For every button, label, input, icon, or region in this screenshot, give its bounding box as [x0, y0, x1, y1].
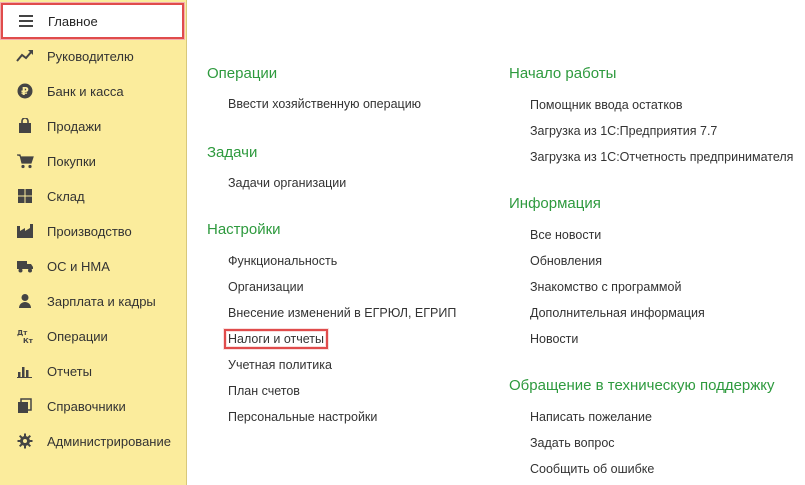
factory-icon [16, 222, 34, 240]
sidebar-item-label: ОС и НМА [47, 258, 110, 274]
sidebar-item-directories[interactable]: Справочники [0, 391, 186, 421]
sidebar-item-label: Руководителю [47, 48, 134, 64]
link-intro[interactable]: Знакомство с программой [530, 280, 681, 294]
sidebar-item-manager[interactable]: Руководителю [0, 41, 186, 71]
bag-icon [16, 117, 34, 135]
cart-icon [16, 152, 34, 170]
sidebar-item-label: Операции [47, 328, 108, 344]
link-updates[interactable]: Обновления [530, 254, 602, 268]
sidebar-item-purchases[interactable]: Покупки [0, 146, 186, 176]
sidebar-item-operations[interactable]: Дт Кт Операции [0, 321, 186, 351]
section-title-settings: Настройки [207, 221, 281, 238]
dt-kt-icon: Дт Кт [16, 327, 34, 345]
gear-icon [16, 432, 34, 450]
link-chart-of-accounts[interactable]: План счетов [228, 384, 300, 398]
sidebar-item-warehouse[interactable]: Склад [0, 181, 186, 211]
trend-icon [16, 47, 34, 65]
link-load-1c-entrepreneur[interactable]: Загрузка из 1С:Отчетность предпринимател… [530, 150, 793, 164]
link-accounting-policy[interactable]: Учетная политика [228, 358, 332, 372]
link-ask-question[interactable]: Задать вопрос [530, 436, 615, 450]
sidebar-item-fixed-assets[interactable]: ОС и НМА [0, 251, 186, 281]
person-icon [16, 292, 34, 310]
warehouse-icon [16, 187, 34, 205]
sidebar-item-main[interactable]: Главное [1, 3, 184, 39]
sidebar-item-admin[interactable]: Администрирование [0, 426, 186, 456]
link-personal-settings[interactable]: Персональные настройки [228, 410, 377, 424]
menu-icon [17, 12, 35, 30]
sidebar-item-label: Производство [47, 223, 132, 239]
truck-icon [16, 257, 34, 275]
link-all-news[interactable]: Все новости [530, 228, 601, 242]
sidebar-item-label: Администрирование [47, 433, 171, 449]
link-balance-assistant[interactable]: Помощник ввода остатков [530, 98, 683, 112]
section-title-tasks: Задачи [207, 144, 258, 161]
section-title-operations: Операции [207, 65, 278, 82]
sidebar-item-label: Продажи [47, 118, 102, 134]
link-enter-operation[interactable]: Ввести хозяйственную операцию [228, 97, 421, 111]
link-functionality[interactable]: Функциональность [228, 254, 337, 268]
section-title-support: Обращение в техническую поддержку [509, 377, 775, 394]
link-report-error[interactable]: Сообщить об ошибке [530, 462, 654, 476]
sidebar-item-label: Отчеты [47, 363, 92, 379]
sidebar-item-label: Покупки [47, 153, 96, 169]
sidebar-item-label: Справочники [47, 398, 126, 414]
sidebar-item-label: Главное [48, 13, 98, 29]
sidebar-item-sales[interactable]: Продажи [0, 111, 186, 141]
link-org-tasks[interactable]: Задачи организации [228, 176, 346, 190]
svg-text:Дт: Дт [17, 329, 28, 337]
sidebar-item-payroll[interactable]: Зарплата и кадры [0, 286, 186, 316]
sidebar-item-label: Банк и касса [47, 83, 124, 99]
sidebar-item-reports[interactable]: Отчеты [0, 356, 186, 386]
books-icon [16, 397, 34, 415]
bar-chart-icon [16, 362, 34, 380]
sidebar-item-bank[interactable]: ₽ Банк и касса [0, 76, 186, 106]
sidebar-item-production[interactable]: Производство [0, 216, 186, 246]
svg-text:Кт: Кт [23, 337, 34, 345]
link-load-1c77[interactable]: Загрузка из 1С:Предприятия 7.7 [530, 124, 717, 138]
link-news[interactable]: Новости [530, 332, 578, 346]
link-taxes-reports[interactable]: Налоги и отчеты [224, 329, 328, 349]
sidebar: Главное Руководителю ₽ Банк и касса Прод… [0, 0, 187, 485]
link-organizations[interactable]: Организации [228, 280, 304, 294]
link-egrul-changes[interactable]: Внесение изменений в ЕГРЮЛ, ЕГРИП [228, 306, 456, 320]
section-title-start: Начало работы [509, 65, 617, 82]
sidebar-item-label: Склад [47, 188, 85, 204]
svg-text:₽: ₽ [21, 85, 29, 98]
link-additional-info[interactable]: Дополнительная информация [530, 306, 705, 320]
link-write-wish[interactable]: Написать пожелание [530, 410, 652, 424]
sidebar-item-label: Зарплата и кадры [47, 293, 156, 309]
ruble-icon: ₽ [16, 82, 34, 100]
section-title-info: Информация [509, 195, 601, 212]
